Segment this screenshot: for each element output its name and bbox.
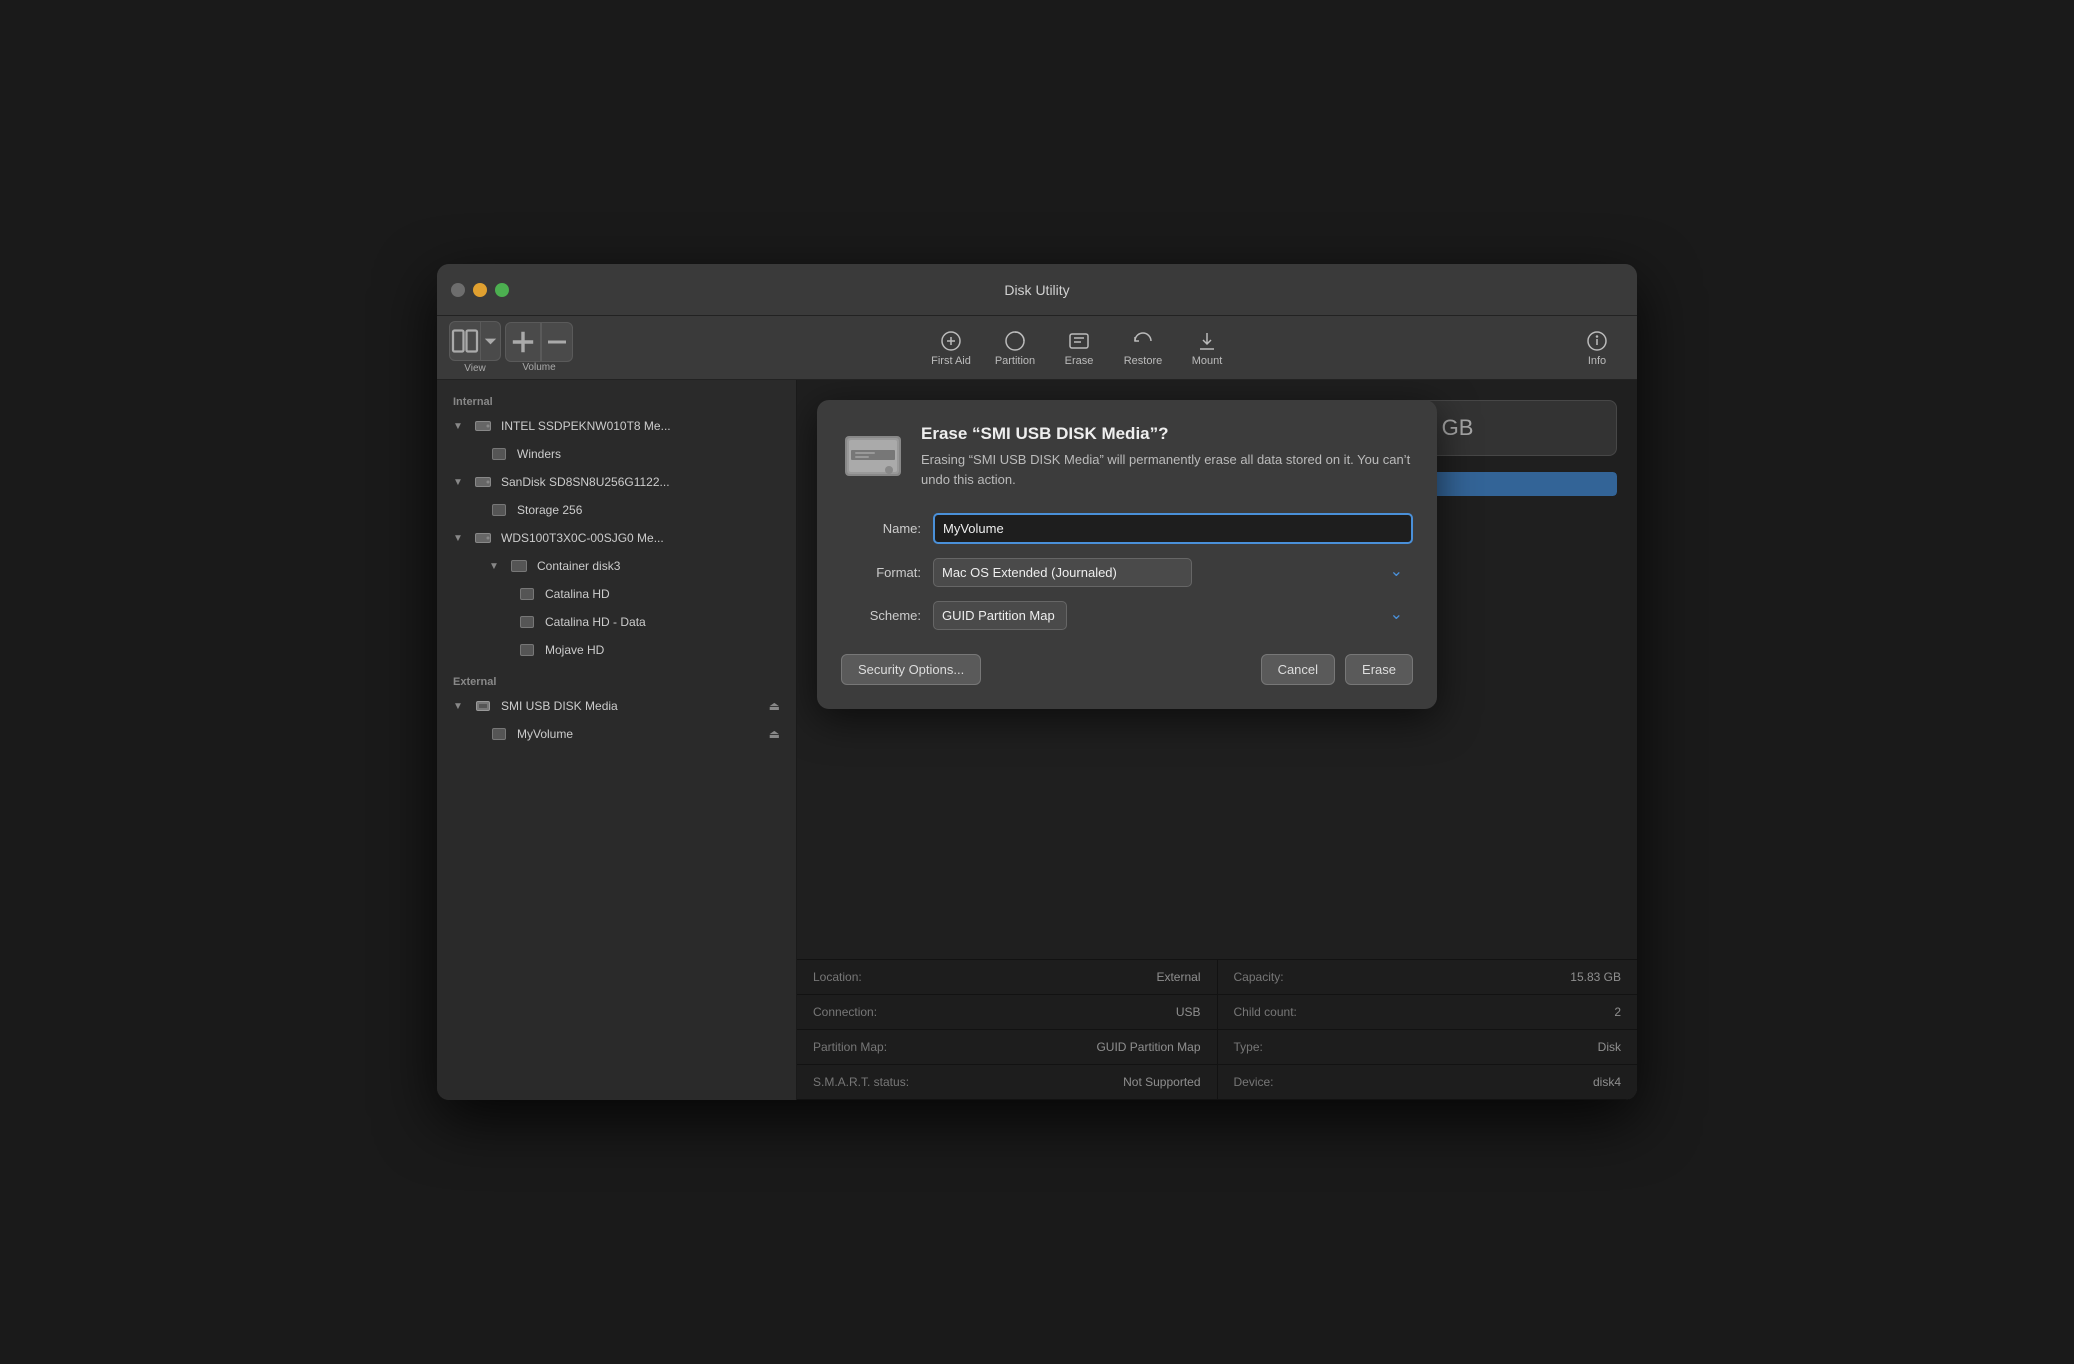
- dialog-header: Erase “SMI USB DISK Media”? Erasing “SMI…: [841, 424, 1413, 489]
- volume-icon: [489, 500, 509, 520]
- disk-utility-window: Disk Utility View: [437, 264, 1637, 1100]
- winders-label: Winders: [517, 447, 561, 461]
- minimize-button[interactable]: [473, 283, 487, 297]
- format-row: Format: Mac OS Extended (Journaled) Mac …: [841, 558, 1413, 587]
- disk-icon: [473, 528, 493, 548]
- smi-usb-label: SMI USB DISK Media: [501, 699, 761, 713]
- scheme-label: Scheme:: [841, 608, 921, 623]
- dialog-overlay: Erase “SMI USB DISK Media”? Erasing “SMI…: [797, 380, 1637, 1100]
- info-button[interactable]: Info: [1569, 329, 1625, 367]
- toolbar-center: First Aid Partition Erase: [923, 329, 1235, 367]
- name-row: Name:: [841, 513, 1413, 544]
- sidebar-item-wds100[interactable]: ▼ WDS100T3X0C-00SJG0 Me...: [437, 524, 796, 552]
- dialog-disk-icon: [841, 424, 905, 488]
- volume-label: Volume: [522, 362, 555, 373]
- eject-icon-myvolume[interactable]: ⏏: [769, 727, 780, 741]
- sidebar-item-catalina-hd[interactable]: Catalina HD: [501, 580, 796, 608]
- traffic-lights: [451, 283, 509, 297]
- sidebar-item-container-disk3[interactable]: ▼ Container disk3: [473, 552, 796, 580]
- cancel-button[interactable]: Cancel: [1261, 654, 1335, 685]
- internal-section-label: Internal: [437, 392, 796, 412]
- view-sidebar-button[interactable]: [449, 321, 481, 361]
- format-label: Format:: [841, 565, 921, 580]
- main-content: Internal ▼ INTEL SSDPEKNW010T8 Me...: [437, 380, 1637, 1100]
- scheme-row: Scheme: GUID Partition Map Master Boot R…: [841, 601, 1413, 630]
- window-title: Disk Utility: [1004, 282, 1069, 298]
- volume-icon: [517, 584, 537, 604]
- myvolume-label: MyVolume: [517, 727, 761, 741]
- sidebar-item-smi-usb[interactable]: ▼ SMI USB DISK Media ⏏: [437, 692, 796, 720]
- sidebar-item-sandisk[interactable]: ▼ SanDisk SD8SN8U256G1122...: [437, 468, 796, 496]
- intel-ssd-label: INTEL SSDPEKNW010T8 Me...: [501, 419, 671, 433]
- sidebar-item-mojave-hd[interactable]: Mojave HD: [501, 636, 796, 664]
- sidebar-item-storage256[interactable]: Storage 256: [473, 496, 796, 524]
- wds100-label: WDS100T3X0C-00SJG0 Me...: [501, 531, 664, 545]
- btn-group-right: Cancel Erase: [1261, 654, 1413, 685]
- external-section-label: External: [437, 672, 796, 692]
- info-label: Info: [1588, 355, 1606, 367]
- expand-arrow: ▼: [453, 421, 465, 432]
- expand-arrow: ▼: [453, 701, 465, 712]
- volume-icon: [489, 724, 509, 744]
- partition-label: Partition: [995, 355, 1035, 367]
- dialog-title: Erase “SMI USB DISK Media”?: [921, 424, 1413, 444]
- first-aid-label: First Aid: [931, 355, 971, 367]
- volume-icon: [489, 444, 509, 464]
- disk-icon: [473, 472, 493, 492]
- disk-icon: [473, 416, 493, 436]
- scheme-select[interactable]: GUID Partition Map Master Boot Record Ap…: [933, 601, 1067, 630]
- sidebar: Internal ▼ INTEL SSDPEKNW010T8 Me...: [437, 380, 797, 1100]
- maximize-button[interactable]: [495, 283, 509, 297]
- security-options-button[interactable]: Security Options...: [841, 654, 981, 685]
- volume-icon: [517, 640, 537, 660]
- restore-label: Restore: [1124, 355, 1163, 367]
- catalina-hd-label: Catalina HD: [545, 587, 610, 601]
- catalina-hd-data-label: Catalina HD - Data: [545, 615, 646, 629]
- sidebar-item-winders[interactable]: Winders: [473, 440, 796, 468]
- sidebar-item-catalina-hd-data[interactable]: Catalina HD - Data: [501, 608, 796, 636]
- mount-label: Mount: [1192, 355, 1223, 367]
- dialog-text: Erase “SMI USB DISK Media”? Erasing “SMI…: [921, 424, 1413, 489]
- sandisk-label: SanDisk SD8SN8U256G1122...: [501, 475, 670, 489]
- erase-dialog: Erase “SMI USB DISK Media”? Erasing “SMI…: [817, 400, 1437, 709]
- container-disk3-label: Container disk3: [537, 559, 620, 573]
- format-select-wrapper: Mac OS Extended (Journaled) Mac OS Exten…: [933, 558, 1413, 587]
- erase-button[interactable]: Erase: [1051, 329, 1107, 367]
- sidebar-item-intel-ssd[interactable]: ▼ INTEL SSDPEKNW010T8 Me...: [437, 412, 796, 440]
- erase-button[interactable]: Erase: [1345, 654, 1413, 685]
- eject-icon-smi[interactable]: ⏏: [769, 699, 780, 713]
- view-group: View: [449, 321, 501, 374]
- toolbar: View Volume: [437, 316, 1637, 380]
- dialog-form: Name: Format: Mac OS Extended (Journaled…: [841, 513, 1413, 630]
- view-dropdown-button[interactable]: [481, 321, 501, 361]
- expand-arrow: ▼: [453, 533, 465, 544]
- restore-button[interactable]: Restore: [1115, 329, 1171, 367]
- volume-icon: [517, 612, 537, 632]
- mount-button[interactable]: Mount: [1179, 329, 1235, 367]
- storage256-label: Storage 256: [517, 503, 582, 517]
- main-panel: Erase “SMI USB DISK Media”? Erasing “SMI…: [797, 380, 1637, 1100]
- remove-volume-button[interactable]: [541, 322, 573, 362]
- expand-arrow: ▼: [489, 561, 501, 572]
- first-aid-button[interactable]: First Aid: [923, 329, 979, 367]
- expand-arrow: ▼: [453, 477, 465, 488]
- format-select[interactable]: Mac OS Extended (Journaled) Mac OS Exten…: [933, 558, 1192, 587]
- dialog-subtitle: Erasing “SMI USB DISK Media” will perman…: [921, 450, 1413, 489]
- view-label: View: [464, 363, 486, 374]
- scheme-select-wrapper: GUID Partition Map Master Boot Record Ap…: [933, 601, 1413, 630]
- mojave-hd-label: Mojave HD: [545, 643, 604, 657]
- sidebar-item-myvolume[interactable]: MyVolume ⏏: [473, 720, 796, 748]
- close-button[interactable]: [451, 283, 465, 297]
- dialog-buttons: Security Options... Cancel Erase: [841, 654, 1413, 685]
- erase-label: Erase: [1065, 355, 1094, 367]
- add-volume-button[interactable]: [505, 322, 541, 362]
- name-label: Name:: [841, 521, 921, 536]
- container-icon: [509, 556, 529, 576]
- partition-button[interactable]: Partition: [987, 329, 1043, 367]
- titlebar: Disk Utility: [437, 264, 1637, 316]
- name-input[interactable]: [933, 513, 1413, 544]
- usb-disk-icon: [473, 696, 493, 716]
